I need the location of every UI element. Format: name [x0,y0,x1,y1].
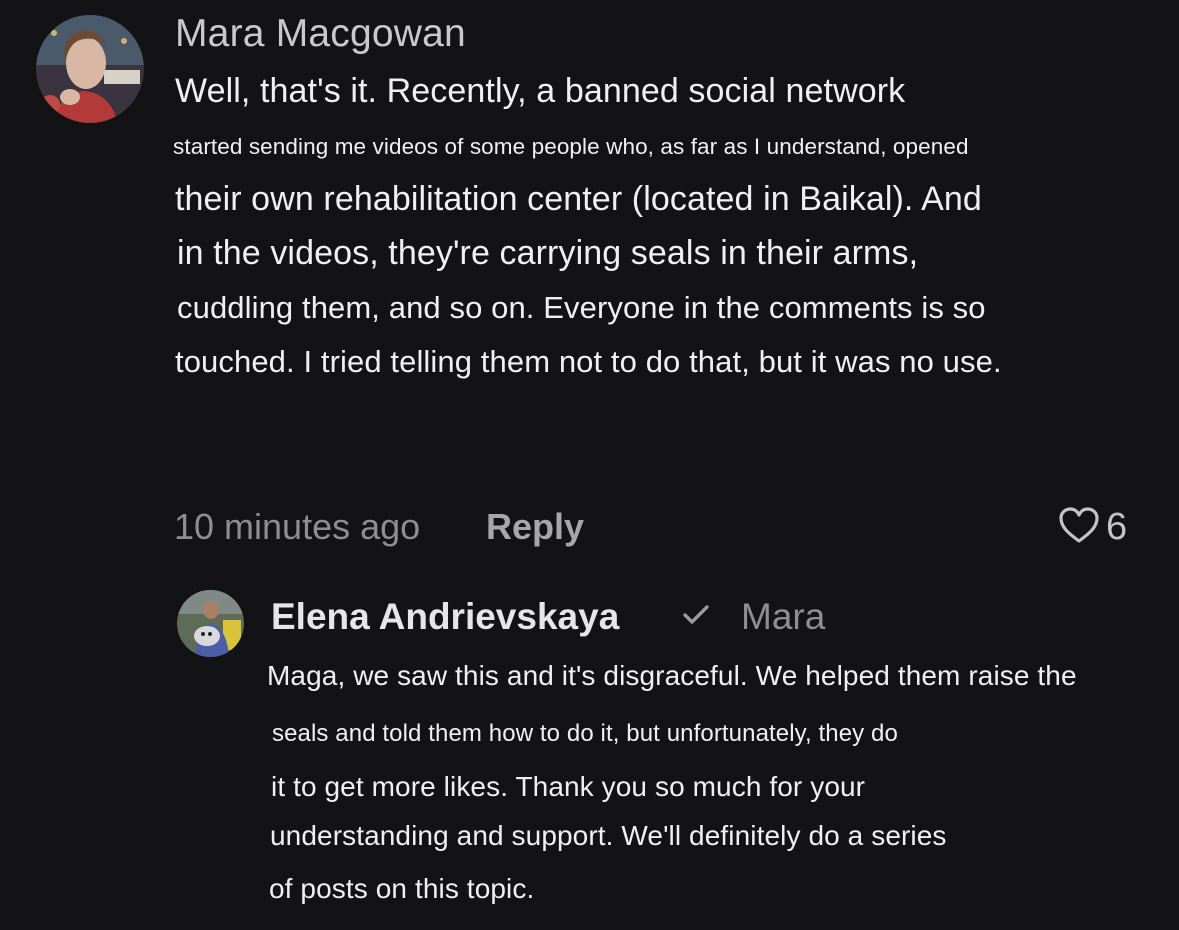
comment-text-line: started sending me videos of some people… [173,134,969,159]
reply-text-line: understanding and support. We'll definit… [270,820,947,851]
reply-mention[interactable]: Mara [741,596,825,638]
reply-button[interactable]: Reply [486,506,584,548]
comment-text-line: their own rehabilitation center (located… [175,180,982,218]
reply-text-line: seals and told them how to do it, but un… [272,720,898,747]
reply-text-line: it to get more likes. Thank you so much … [271,771,866,802]
comment-text-line: in the videos, they're carrying seals in… [177,234,919,272]
reply-author-name[interactable]: Elena Andrievskaya [271,596,619,638]
comment-thread: Mara Macgowan Well, that's it. Recently,… [0,0,1179,930]
comment-text-line: cuddling them, and so on. Everyone in th… [177,290,986,325]
like-button[interactable]: 6 [1058,506,1127,548]
like-count: 6 [1106,505,1128,548]
comment-timestamp: 10 minutes ago [174,506,421,547]
avatar-elena[interactable] [177,590,244,657]
avatar-mara[interactable] [36,15,144,123]
comment-text-line: touched. I tried telling them not to do … [175,344,1002,379]
reply-text-line: of posts on this topic. [269,873,535,904]
heart-outline-icon [1058,506,1100,549]
comment-text-line: Well, that's it. Recently, a banned soci… [175,72,906,110]
checkmark-icon [681,603,711,632]
reply-text-line: Maga, we saw this and it's disgraceful. … [267,660,1077,691]
comment-author-name[interactable]: Mara Macgowan [175,12,466,56]
